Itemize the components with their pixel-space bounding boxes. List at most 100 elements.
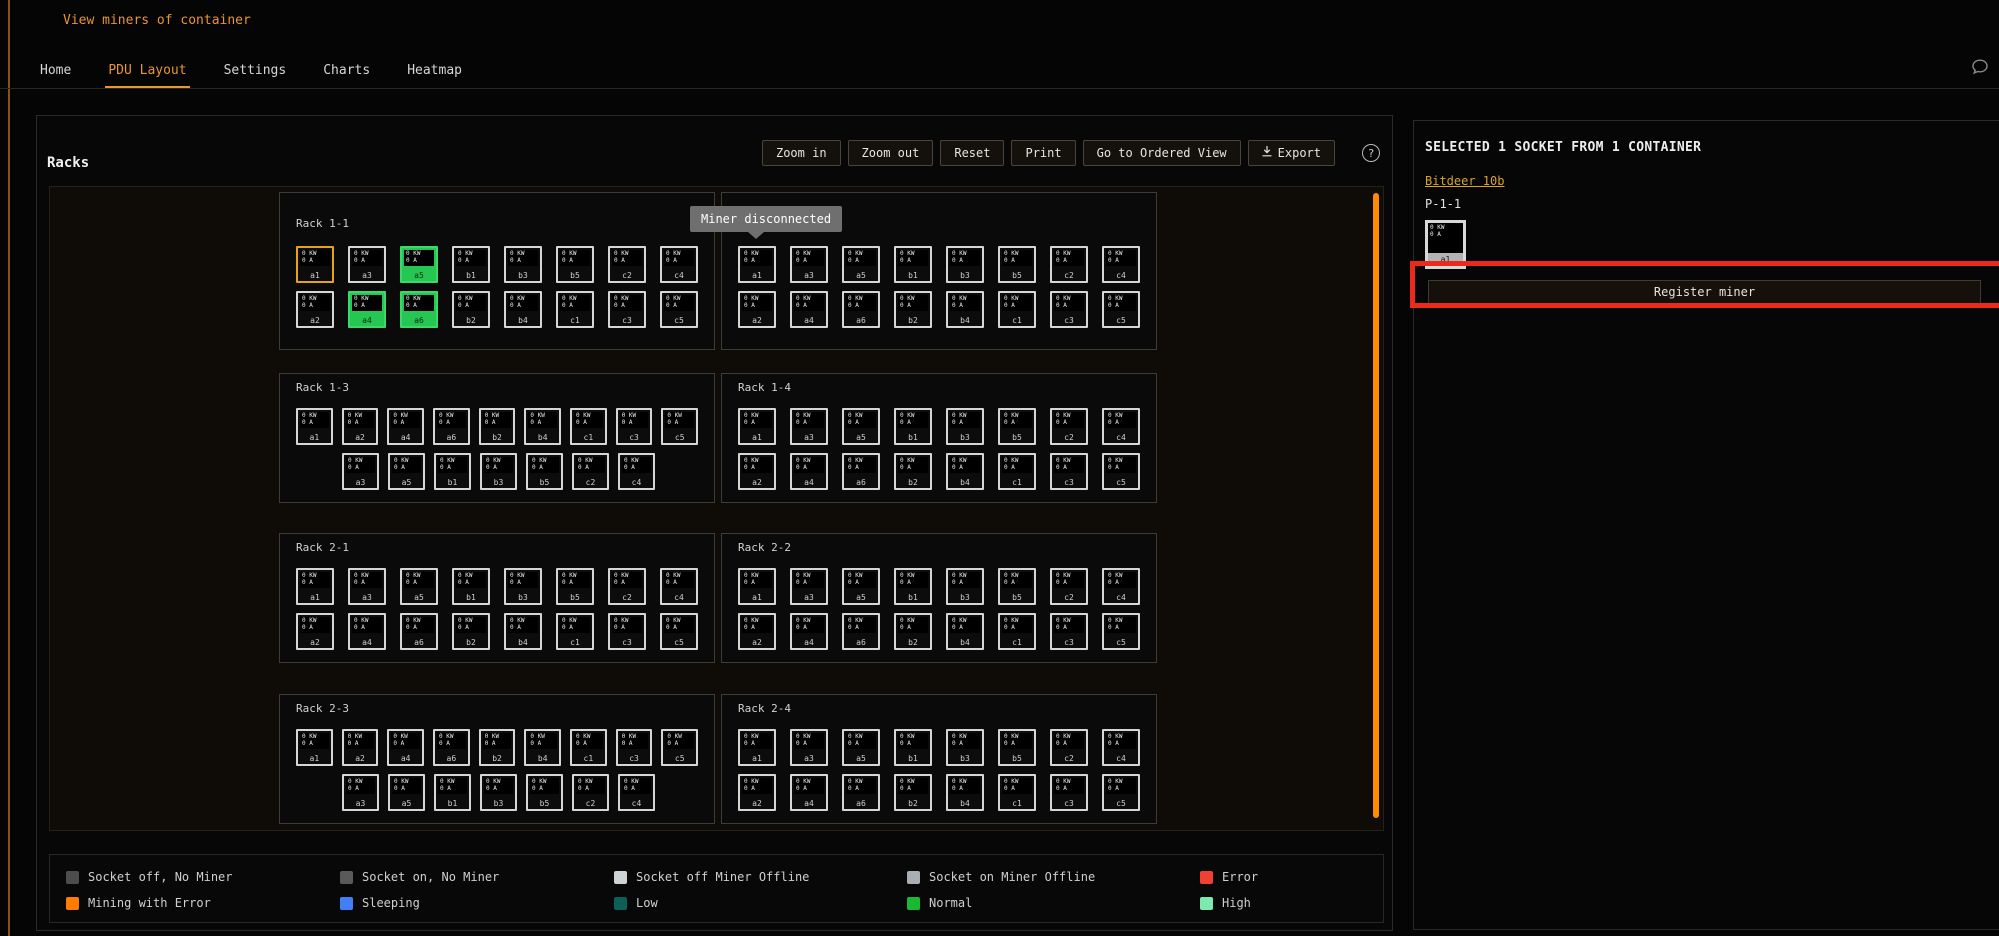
socket-b4[interactable]: 0 KW0 Ab4 bbox=[524, 408, 561, 445]
socket-c4[interactable]: 0 KW0 Ac4 bbox=[660, 246, 698, 283]
socket-c4[interactable]: 0 KW0 Ac4 bbox=[1102, 568, 1140, 605]
socket-b3[interactable]: 0 KW0 Ab3 bbox=[946, 408, 984, 445]
socket-a3[interactable]: 0 KW0 Aa3 bbox=[790, 408, 828, 445]
socket-c2[interactable]: 0 KW0 Ac2 bbox=[1050, 408, 1088, 445]
socket-a4[interactable]: 0 KW0 Aa4 bbox=[790, 291, 828, 328]
socket-a4[interactable]: 0 KW0 Aa4 bbox=[790, 453, 828, 490]
socket-b1[interactable]: 0 KW0 Ab1 bbox=[434, 453, 471, 490]
socket-a4[interactable]: 0 KW0 Aa4 bbox=[348, 291, 386, 328]
socket-a1[interactable]: 0 KW0 Aa1 bbox=[296, 729, 333, 766]
socket-a2[interactable]: 0 KW0 Aa2 bbox=[342, 408, 379, 445]
socket-a3[interactable]: 0 KW0 Aa3 bbox=[348, 568, 386, 605]
socket-c2[interactable]: 0 KW0 Ac2 bbox=[1050, 729, 1088, 766]
socket-b3[interactable]: 0 KW0 Ab3 bbox=[946, 729, 984, 766]
socket-a6[interactable]: 0 KW0 Aa6 bbox=[400, 291, 438, 328]
tab-charts[interactable]: Charts bbox=[323, 63, 370, 89]
tab-heatmap[interactable]: Heatmap bbox=[407, 63, 462, 89]
socket-c3[interactable]: 0 KW0 Ac3 bbox=[608, 291, 646, 328]
socket-b5[interactable]: 0 KW0 Ab5 bbox=[998, 568, 1036, 605]
socket-a3[interactable]: 0 KW0 Aa3 bbox=[790, 729, 828, 766]
socket-a4[interactable]: 0 KW0 Aa4 bbox=[387, 729, 424, 766]
socket-a2[interactable]: 0 KW0 Aa2 bbox=[296, 613, 334, 650]
socket-a1[interactable]: 0 KW0 Aa1 bbox=[738, 246, 776, 283]
socket-b2[interactable]: 0 KW0 Ab2 bbox=[452, 291, 490, 328]
reset-button[interactable]: Reset bbox=[940, 140, 1004, 166]
socket-a3[interactable]: 0 KW0 Aa3 bbox=[790, 246, 828, 283]
socket-a6[interactable]: 0 KW0 Aa6 bbox=[433, 729, 470, 766]
tab-home[interactable]: Home bbox=[40, 63, 71, 89]
socket-b1[interactable]: 0 KW0 Ab1 bbox=[894, 408, 932, 445]
socket-b5[interactable]: 0 KW0 Ab5 bbox=[526, 774, 563, 811]
socket-c2[interactable]: 0 KW0 Ac2 bbox=[608, 246, 646, 283]
socket-c4[interactable]: 0 KW0 Ac4 bbox=[1102, 729, 1140, 766]
socket-c5[interactable]: 0 KW0 Ac5 bbox=[661, 729, 698, 766]
socket-a3[interactable]: 0 KW0 Aa3 bbox=[342, 774, 379, 811]
socket-a1[interactable]: 0 KW0 Aa1 bbox=[738, 729, 776, 766]
socket-b4[interactable]: 0 KW0 Ab4 bbox=[524, 729, 561, 766]
socket-a2[interactable]: 0 KW0 Aa2 bbox=[738, 613, 776, 650]
socket-c1[interactable]: 0 KW0 Ac1 bbox=[998, 291, 1036, 328]
socket-c1[interactable]: 0 KW0 Ac1 bbox=[998, 613, 1036, 650]
socket-a5[interactable]: 0 KW0 Aa5 bbox=[842, 729, 880, 766]
socket-a5[interactable]: 0 KW0 Aa5 bbox=[400, 246, 438, 283]
export-button[interactable]: Export bbox=[1248, 140, 1335, 166]
socket-a6[interactable]: 0 KW0 Aa6 bbox=[842, 774, 880, 811]
socket-a6[interactable]: 0 KW0 Aa6 bbox=[400, 613, 438, 650]
socket-b4[interactable]: 0 KW0 Ab4 bbox=[504, 613, 542, 650]
socket-a4[interactable]: 0 KW0 Aa4 bbox=[348, 613, 386, 650]
container-link[interactable]: Bitdeer 10b bbox=[1425, 174, 1504, 188]
socket-b4[interactable]: 0 KW0 Ab4 bbox=[946, 453, 984, 490]
socket-a5[interactable]: 0 KW0 Aa5 bbox=[842, 408, 880, 445]
help-icon[interactable]: ? bbox=[1362, 144, 1380, 162]
socket-c5[interactable]: 0 KW0 Ac5 bbox=[1102, 774, 1140, 811]
socket-c4[interactable]: 0 KW0 Ac4 bbox=[660, 568, 698, 605]
socket-a3[interactable]: 0 KW0 Aa3 bbox=[790, 568, 828, 605]
socket-a1[interactable]: 0 KW0 Aa1 bbox=[296, 246, 334, 283]
socket-a4[interactable]: 0 KW0 Aa4 bbox=[387, 408, 424, 445]
socket-c5[interactable]: 0 KW0 Ac5 bbox=[1102, 613, 1140, 650]
tab-pdu-layout[interactable]: PDU Layout bbox=[108, 63, 186, 89]
socket-c2[interactable]: 0 KW0 Ac2 bbox=[572, 774, 609, 811]
socket-c3[interactable]: 0 KW0 Ac3 bbox=[1050, 774, 1088, 811]
socket-b4[interactable]: 0 KW0 Ab4 bbox=[946, 613, 984, 650]
socket-b3[interactable]: 0 KW0 Ab3 bbox=[504, 568, 542, 605]
socket-a1[interactable]: 0 KW0 Aa1 bbox=[738, 408, 776, 445]
socket-b1[interactable]: 0 KW0 Ab1 bbox=[894, 246, 932, 283]
socket-b1[interactable]: 0 KW0 Ab1 bbox=[452, 246, 490, 283]
socket-c1[interactable]: 0 KW0 Ac1 bbox=[570, 408, 607, 445]
chat-bubble-icon[interactable] bbox=[1970, 57, 1990, 77]
socket-b1[interactable]: 0 KW0 Ab1 bbox=[452, 568, 490, 605]
socket-b4[interactable]: 0 KW0 Ab4 bbox=[946, 774, 984, 811]
socket-c1[interactable]: 0 KW0 Ac1 bbox=[570, 729, 607, 766]
socket-c2[interactable]: 0 KW0 Ac2 bbox=[1050, 246, 1088, 283]
vertical-scrollbar[interactable] bbox=[1373, 193, 1379, 818]
socket-b2[interactable]: 0 KW0 Ab2 bbox=[452, 613, 490, 650]
socket-c4[interactable]: 0 KW0 Ac4 bbox=[618, 453, 655, 490]
socket-a3[interactable]: 0 KW0 Aa3 bbox=[348, 246, 386, 283]
socket-a1[interactable]: 0 KW0 Aa1 bbox=[296, 568, 334, 605]
socket-c4[interactable]: 0 KW0 Ac4 bbox=[1102, 408, 1140, 445]
socket-b3[interactable]: 0 KW0 Ab3 bbox=[480, 453, 517, 490]
socket-b3[interactable]: 0 KW0 Ab3 bbox=[504, 246, 542, 283]
socket-b1[interactable]: 0 KW0 Ab1 bbox=[434, 774, 471, 811]
register-miner-button[interactable]: Register miner bbox=[1428, 280, 1981, 304]
socket-c1[interactable]: 0 KW0 Ac1 bbox=[556, 291, 594, 328]
go-to-ordered-view-button[interactable]: Go to Ordered View bbox=[1083, 140, 1241, 166]
socket-a2[interactable]: 0 KW0 Aa2 bbox=[738, 453, 776, 490]
socket-b5[interactable]: 0 KW0 Ab5 bbox=[526, 453, 563, 490]
socket-c5[interactable]: 0 KW0 Ac5 bbox=[1102, 453, 1140, 490]
socket-b2[interactable]: 0 KW0 Ab2 bbox=[479, 408, 516, 445]
socket-c3[interactable]: 0 KW0 Ac3 bbox=[1050, 453, 1088, 490]
socket-a2[interactable]: 0 KW0 Aa2 bbox=[296, 291, 334, 328]
socket-b3[interactable]: 0 KW0 Ab3 bbox=[946, 246, 984, 283]
socket-b5[interactable]: 0 KW0 Ab5 bbox=[556, 246, 594, 283]
socket-c5[interactable]: 0 KW0 Ac5 bbox=[660, 613, 698, 650]
socket-b2[interactable]: 0 KW0 Ab2 bbox=[894, 453, 932, 490]
socket-c5[interactable]: 0 KW0 Ac5 bbox=[1102, 291, 1140, 328]
socket-b4[interactable]: 0 KW0 Ab4 bbox=[504, 291, 542, 328]
socket-a6[interactable]: 0 KW0 Aa6 bbox=[842, 453, 880, 490]
socket-a5[interactable]: 0 KW0 Aa5 bbox=[388, 453, 425, 490]
socket-c4[interactable]: 0 KW0 Ac4 bbox=[1102, 246, 1140, 283]
socket-a5[interactable]: 0 KW0 Aa5 bbox=[388, 774, 425, 811]
socket-a4[interactable]: 0 KW0 Aa4 bbox=[790, 774, 828, 811]
